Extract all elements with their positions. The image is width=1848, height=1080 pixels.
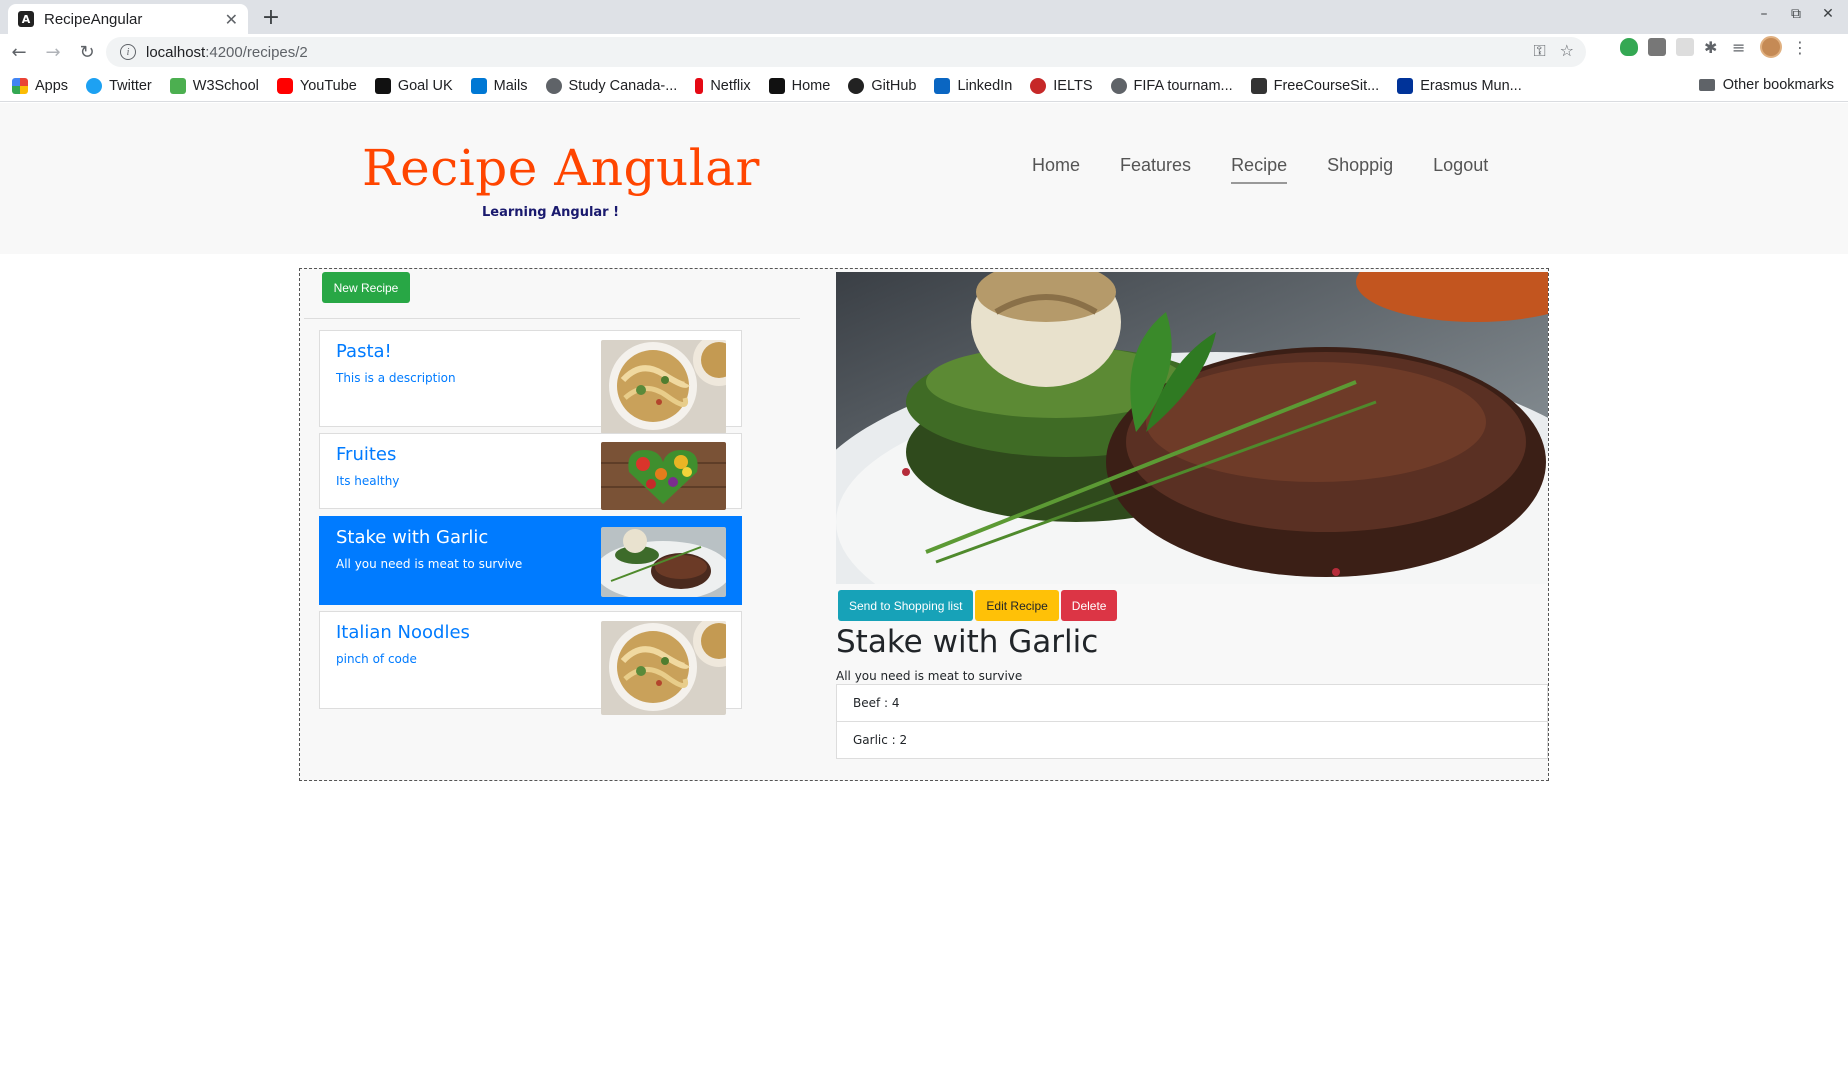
back-arrow-icon[interactable]: ← bbox=[4, 37, 34, 67]
nav-recipe[interactable]: Recipe bbox=[1231, 155, 1288, 184]
bookmark-mails[interactable]: Mails bbox=[470, 77, 528, 94]
folder-icon bbox=[1698, 79, 1715, 91]
freecourse-icon bbox=[1250, 77, 1267, 94]
close-tab-icon[interactable]: ✕ bbox=[225, 10, 238, 29]
nav-logout[interactable]: Logout bbox=[1433, 155, 1488, 184]
reload-icon[interactable]: ↻ bbox=[72, 37, 102, 67]
netflix-icon bbox=[695, 77, 704, 94]
ingredient-item: Beef : 4 bbox=[836, 684, 1548, 722]
bookmark-erasmus[interactable]: Erasmus Mun... bbox=[1397, 77, 1522, 94]
recipe-description: All you need is meat to survive bbox=[336, 557, 523, 571]
minimize-icon[interactable]: – bbox=[1752, 6, 1776, 22]
twitter-icon bbox=[86, 77, 103, 94]
recipe-description: This is a description bbox=[336, 371, 456, 385]
browser-tab[interactable]: A RecipeAngular ✕ bbox=[8, 4, 248, 34]
recipe-detail-title: Stake with Garlic bbox=[836, 624, 1099, 660]
divider bbox=[304, 318, 800, 319]
goal-icon bbox=[374, 77, 391, 94]
key-icon[interactable]: ⚿ bbox=[1533, 41, 1545, 61]
bookmark-home[interactable]: Home bbox=[768, 77, 830, 94]
bookmark-fifa[interactable]: FIFA tournam... bbox=[1110, 77, 1233, 94]
recipes-container: New Recipe Pasta! This is a description bbox=[299, 268, 1549, 781]
recipe-thumbnail-stake bbox=[601, 527, 726, 597]
nav-features[interactable]: Features bbox=[1120, 155, 1191, 184]
recipe-list-panel: New Recipe Pasta! This is a description bbox=[300, 269, 800, 780]
puzzle-icon[interactable]: ✱ bbox=[1704, 38, 1722, 57]
browser-tabstrip: A RecipeAngular ✕ + – ⧉ ✕ bbox=[0, 0, 1848, 34]
bookmark-linkedin[interactable]: LinkedIn bbox=[934, 77, 1012, 94]
site-info-icon[interactable]: i bbox=[120, 44, 136, 60]
nav-home[interactable]: Home bbox=[1032, 155, 1080, 184]
recipe-thumbnail-noodles bbox=[601, 621, 726, 715]
window-close-icon[interactable]: ✕ bbox=[1816, 6, 1840, 22]
recipe-item-stake-with-garlic[interactable]: Stake with Garlic All you need is meat t… bbox=[319, 516, 742, 605]
angular-favicon-icon: A bbox=[18, 11, 34, 27]
bookmark-apps[interactable]: Apps bbox=[12, 77, 68, 94]
send-to-shopping-list-button[interactable]: Send to Shopping list bbox=[838, 590, 974, 621]
globe-icon bbox=[545, 77, 562, 94]
ingredient-item: Garlic : 2 bbox=[836, 721, 1548, 759]
forward-arrow-icon[interactable]: → bbox=[38, 37, 68, 67]
recipe-detail-panel: Send to Shopping list Edit Recipe Delete… bbox=[836, 272, 1548, 780]
outlook-icon bbox=[470, 77, 487, 94]
recipe-description: Its healthy bbox=[336, 474, 400, 488]
bookmark-twitter[interactable]: Twitter bbox=[86, 77, 152, 94]
tab-title: RecipeAngular bbox=[44, 10, 143, 28]
f-extension-icon[interactable] bbox=[1648, 38, 1666, 56]
app-header: Recipe Angular Learning Angular ! Home F… bbox=[0, 103, 1848, 254]
nav-shopping[interactable]: Shoppig bbox=[1327, 155, 1393, 184]
w3school-icon bbox=[169, 77, 186, 94]
apps-grid-icon bbox=[12, 77, 28, 94]
bookmark-freecoursesite[interactable]: FreeCourseSit... bbox=[1250, 77, 1379, 94]
bookmark-netflix[interactable]: Netflix bbox=[695, 77, 751, 94]
reading-list-icon[interactable]: ≡ bbox=[1732, 38, 1750, 57]
recipe-thumbnail-pasta bbox=[601, 340, 726, 434]
address-bar[interactable]: i localhost:4200/recipes/2 ⚿ ☆ bbox=[106, 37, 1586, 67]
recipe-thumbnail-fruites bbox=[601, 442, 726, 510]
youtube-icon bbox=[276, 77, 293, 94]
recipe-name: Stake with Garlic bbox=[336, 527, 489, 548]
recipe-name: Fruites bbox=[336, 444, 397, 465]
recipe-hero-image bbox=[836, 272, 1548, 584]
edit-recipe-button[interactable]: Edit Recipe bbox=[975, 590, 1059, 621]
extensions-area: ✱ ≡ ⋮ bbox=[1620, 36, 1810, 58]
brand-tagline: Learning Angular ! bbox=[482, 205, 620, 220]
browser-toolbar: ← → ↻ i localhost:4200/recipes/2 ⚿ ☆ bbox=[0, 34, 1848, 70]
main-nav: Home Features Recipe Shoppig Logout bbox=[1032, 155, 1488, 184]
brand-title[interactable]: Recipe Angular bbox=[362, 139, 760, 197]
ingredient-list: Beef : 4 Garlic : 2 bbox=[836, 684, 1548, 759]
recipe-item-pasta[interactable]: Pasta! This is a description bbox=[319, 330, 742, 434]
bookmark-study-canada[interactable]: Study Canada-... bbox=[545, 77, 677, 94]
recipe-name: Italian Noodles bbox=[336, 622, 470, 643]
recipe-description: pinch of code bbox=[336, 652, 417, 666]
recipe-name: Pasta! bbox=[336, 341, 392, 362]
recipe-detail-description: All you need is meat to survive bbox=[836, 669, 1023, 683]
kebab-menu-icon[interactable]: ⋮ bbox=[1792, 38, 1810, 57]
linkedin-icon bbox=[934, 77, 951, 94]
recipe-item-fruites[interactable]: Fruites Its healthy bbox=[319, 433, 742, 510]
recipe-item-italian-noodles[interactable]: Italian Noodles pinch of code bbox=[319, 611, 742, 715]
url-text[interactable]: localhost:4200/recipes/2 bbox=[146, 44, 308, 61]
globe-icon bbox=[1110, 77, 1127, 94]
eu-flag-icon bbox=[1397, 77, 1414, 94]
shield-extension-icon[interactable] bbox=[1620, 38, 1638, 56]
new-tab-icon[interactable]: + bbox=[258, 4, 284, 30]
bookmark-w3school[interactable]: W3School bbox=[169, 77, 259, 94]
bookmarks-bar: Apps Twitter W3School YouTube Goal UK Ma… bbox=[0, 70, 1848, 102]
recipe-actions: Send to Shopping list Edit Recipe Delete bbox=[838, 590, 1118, 621]
bookmark-github[interactable]: GitHub bbox=[848, 77, 916, 94]
other-bookmarks[interactable]: Other bookmarks bbox=[1698, 77, 1834, 93]
delete-recipe-button[interactable]: Delete bbox=[1060, 590, 1118, 621]
bookmark-goal-uk[interactable]: Goal UK bbox=[374, 77, 453, 94]
restore-icon[interactable]: ⧉ bbox=[1784, 6, 1808, 22]
home-c-icon bbox=[768, 77, 785, 94]
ielts-icon bbox=[1030, 77, 1047, 94]
profile-avatar[interactable] bbox=[1760, 36, 1782, 58]
blank-extension-icon[interactable] bbox=[1676, 38, 1694, 56]
bookmark-youtube[interactable]: YouTube bbox=[276, 77, 357, 94]
new-recipe-button[interactable]: New Recipe bbox=[322, 272, 410, 303]
bookmark-ielts[interactable]: IELTS bbox=[1030, 77, 1093, 94]
bookmark-star-icon[interactable]: ☆ bbox=[1560, 41, 1574, 61]
github-icon bbox=[848, 77, 865, 94]
